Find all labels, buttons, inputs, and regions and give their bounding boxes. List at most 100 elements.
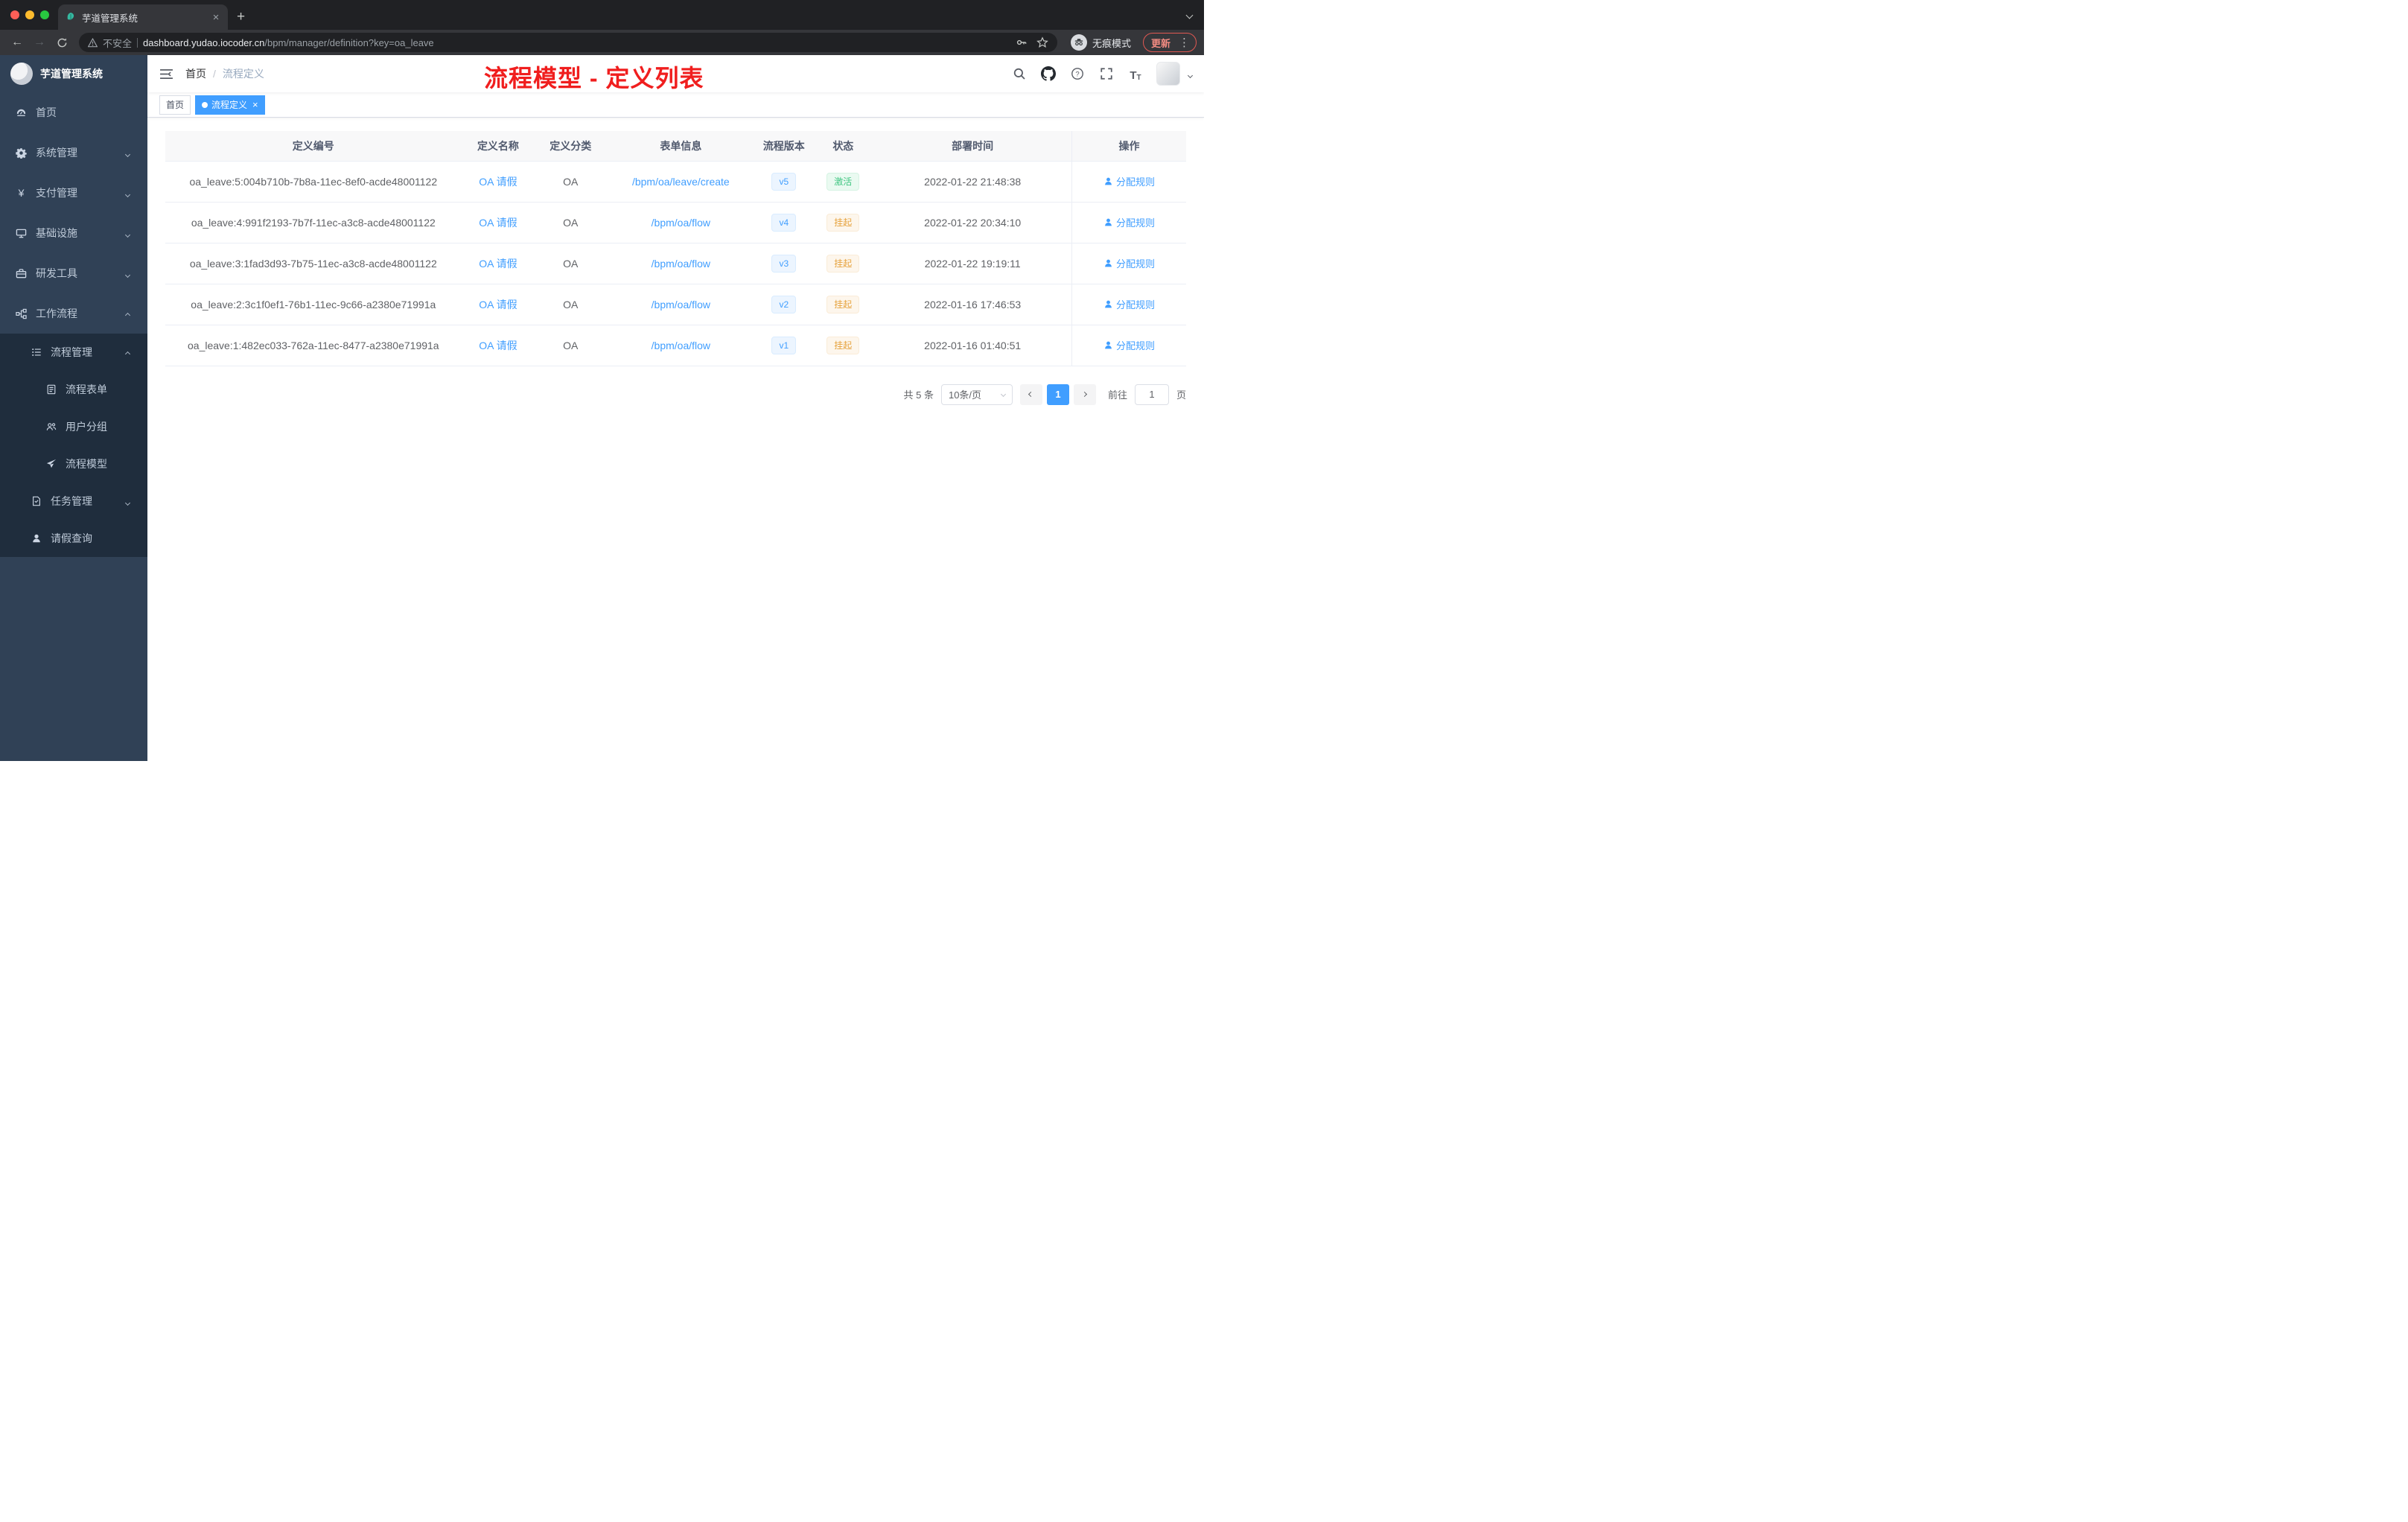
definition-name-link[interactable]: OA 请假 <box>479 299 517 311</box>
definition-name-link[interactable]: OA 请假 <box>479 258 517 270</box>
definition-name-link[interactable]: OA 请假 <box>479 217 517 229</box>
incognito-icon <box>1070 34 1087 51</box>
back-button[interactable]: ← <box>7 33 27 52</box>
svg-text:?: ? <box>1075 70 1079 78</box>
avatar[interactable] <box>1156 62 1180 86</box>
minimize-window-button[interactable] <box>25 10 34 19</box>
tab-favicon-icon <box>66 12 76 22</box>
col-status: 状态 <box>812 131 874 162</box>
browser-update-button[interactable]: 更新 ⋮ <box>1142 33 1197 52</box>
version-tag: v2 <box>771 295 797 313</box>
tag-label: 首页 <box>166 100 185 110</box>
goto-page-input[interactable] <box>1134 383 1169 405</box>
table-row: oa_leave:1:482ec033-762a-11ec-8477-a2380… <box>165 325 1186 366</box>
monitor-icon <box>15 228 28 239</box>
assign-rule-link[interactable]: 分配规则 <box>1103 174 1155 188</box>
sidebar-item-process-model[interactable]: 流程模型 <box>0 445 147 483</box>
sidebar-item-process-management[interactable]: 流程管理 <box>0 334 147 371</box>
tag-close-icon[interactable]: × <box>251 100 258 109</box>
assign-rule-link[interactable]: 分配规则 <box>1103 338 1155 352</box>
security-warning-icon[interactable] <box>88 37 98 48</box>
tag-home[interactable]: 首页 <box>159 95 191 115</box>
sidebar-item-label: 研发工具 <box>36 267 77 279</box>
new-tab-button[interactable]: + <box>228 4 254 30</box>
form-info-link[interactable]: /bpm/oa/flow <box>652 299 710 311</box>
assign-rule-link[interactable]: 分配规则 <box>1103 215 1155 229</box>
chevron-down-icon <box>1000 391 1007 398</box>
browser-tab[interactable]: 芋道管理系统 × <box>58 4 228 30</box>
status-badge: 挂起 <box>826 254 860 273</box>
page-size-select[interactable]: 10条/页 <box>940 383 1013 405</box>
definition-category: OA <box>535 243 607 284</box>
version-tag: v4 <box>771 213 797 232</box>
version-tag: v1 <box>771 336 797 354</box>
form-info-link[interactable]: /bpm/oa/flow <box>652 340 710 351</box>
toolbox-icon <box>15 268 28 279</box>
browser-menu-icon[interactable]: ⋮ <box>1176 36 1193 49</box>
hamburger-icon[interactable] <box>159 69 173 80</box>
password-key-icon[interactable] <box>1016 36 1028 48</box>
zoom-window-button[interactable] <box>40 10 49 19</box>
reload-button[interactable] <box>52 33 71 52</box>
table-row: oa_leave:3:1fad3d93-7b75-11ec-a3c8-acde4… <box>165 243 1186 284</box>
deploy-time: 2022-01-16 17:46:53 <box>873 284 1072 325</box>
list-icon <box>30 347 42 357</box>
app-logo[interactable]: 芋道管理系统 <box>0 55 147 92</box>
sidebar-item-process-form[interactable]: 流程表单 <box>0 371 147 408</box>
definition-id: oa_leave:5:004b710b-7b8a-11ec-8ef0-acde4… <box>165 161 462 203</box>
tag-process-definition[interactable]: 流程定义 × <box>195 95 265 115</box>
form-info-link[interactable]: /bpm/oa/flow <box>652 258 710 270</box>
page-size-value: 10条/页 <box>948 389 982 401</box>
definition-name-link[interactable]: OA 请假 <box>479 340 517 351</box>
forward-button[interactable]: → <box>30 33 49 52</box>
search-icon[interactable] <box>1011 66 1028 82</box>
github-icon[interactable] <box>1040 66 1057 82</box>
breadcrumb-current: 流程定义 <box>222 68 264 80</box>
url-path: /bpm/manager/definition?key=oa_leave <box>264 36 434 48</box>
version-tag: v3 <box>771 254 797 273</box>
bookmark-star-icon[interactable] <box>1036 36 1048 48</box>
next-page-button[interactable] <box>1073 383 1096 405</box>
assign-rule-link[interactable]: 分配规则 <box>1103 297 1155 311</box>
form-info-link[interactable]: /bpm/oa/leave/create <box>632 176 730 188</box>
avatar-caret-icon[interactable] <box>1187 68 1194 80</box>
tab-search-chevron-icon[interactable] <box>1185 0 1194 30</box>
assign-rule-label: 分配规则 <box>1115 176 1155 188</box>
update-label: 更新 <box>1150 37 1170 49</box>
goto-label: 前往 <box>1107 389 1127 401</box>
sidebar-item-system[interactable]: 系统管理 <box>0 133 147 173</box>
form-info-link[interactable]: /bpm/oa/flow <box>652 217 710 229</box>
sidebar-item-payment[interactable]: ¥ 支付管理 <box>0 173 147 213</box>
chevron-down-icon <box>124 227 131 239</box>
chevron-up-icon <box>124 308 131 319</box>
assign-rule-link[interactable]: 分配规则 <box>1103 256 1155 270</box>
deploy-time: 2022-01-22 19:19:11 <box>873 243 1072 284</box>
tags-view: 首页 流程定义 × <box>147 92 1204 118</box>
prev-page-button[interactable] <box>1019 383 1042 405</box>
font-size-icon[interactable]: TT <box>1127 66 1144 82</box>
sidebar-item-label: 基础设施 <box>36 227 77 239</box>
col-actions: 操作 <box>1071 131 1186 162</box>
pagination-total: 共 5 条 <box>903 389 934 401</box>
sidebar-item-devtools[interactable]: 研发工具 <box>0 253 147 293</box>
tab-close-icon[interactable]: × <box>210 11 222 24</box>
sidebar-item-user-group[interactable]: 用户分组 <box>0 408 147 445</box>
tab-title: 芋道管理系统 <box>82 13 138 24</box>
close-window-button[interactable] <box>10 10 19 19</box>
help-icon[interactable]: ? <box>1069 66 1086 82</box>
address-bar[interactable]: 不安全 dashboard.yudao.iocoder.cn/bpm/manag… <box>79 33 1057 52</box>
fullscreen-icon[interactable] <box>1098 66 1115 82</box>
sidebar-item-leave-query[interactable]: 请假查询 <box>0 520 147 557</box>
page-1-button[interactable]: 1 <box>1046 383 1069 405</box>
assign-rule-label: 分配规则 <box>1115 299 1155 311</box>
url-domain: dashboard.yudao.iocoder.cn <box>143 36 265 48</box>
chevron-up-icon <box>124 346 131 358</box>
definition-name-link[interactable]: OA 请假 <box>479 176 517 188</box>
sidebar-item-infrastructure[interactable]: 基础设施 <box>0 213 147 253</box>
col-definition-name: 定义名称 <box>461 131 535 162</box>
sidebar-item-task-management[interactable]: 任务管理 <box>0 483 147 520</box>
chevron-down-icon <box>124 187 131 199</box>
breadcrumb-home[interactable]: 首页 <box>185 66 206 81</box>
sidebar-item-home[interactable]: 首页 <box>0 92 147 133</box>
sidebar-item-workflow[interactable]: 工作流程 <box>0 293 147 334</box>
